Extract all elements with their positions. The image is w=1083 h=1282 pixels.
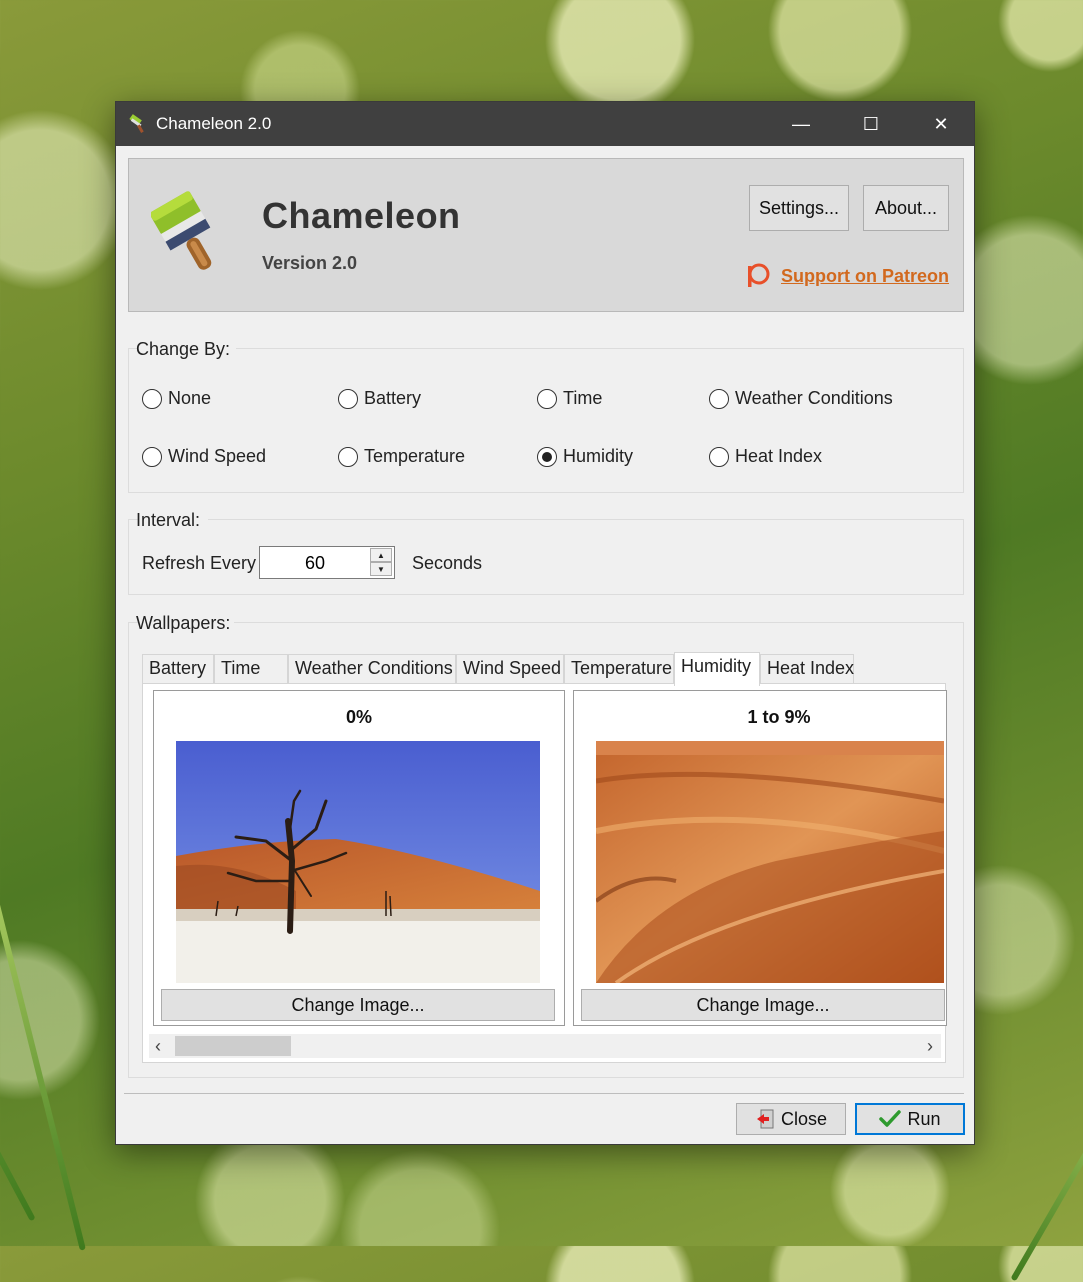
header-panel: Chameleon Version 2.0 Settings... About.… — [128, 158, 964, 312]
tab-temperature[interactable]: Temperature — [564, 654, 674, 684]
radio-circle[interactable] — [709, 388, 729, 409]
change-by-title: Change By: — [136, 339, 231, 359]
humidity-range-label: 1 to 9% — [747, 707, 811, 727]
humidity-range-label: 0% — [345, 707, 372, 727]
wallpaper-card: 0% Change Image... — [153, 690, 565, 1026]
close-window-button[interactable]: ✕ — [906, 102, 976, 146]
patreon-link-group[interactable]: Support on Patreon — [745, 263, 949, 289]
radio-label: Battery — [364, 388, 422, 408]
radio-weather-conditions[interactable]: Weather Conditions — [709, 388, 893, 409]
run-button[interactable]: Run — [855, 1103, 965, 1135]
radio-label: Temperature — [364, 446, 466, 466]
radio-label: Time — [563, 388, 603, 408]
sand-dunes-image[interactable] — [596, 741, 944, 983]
spin-up-icon[interactable]: ▲ — [370, 548, 392, 562]
radio-humidity[interactable]: Humidity — [537, 446, 633, 467]
tab-battery[interactable]: Battery — [142, 654, 214, 684]
minimize-icon: — — [792, 113, 810, 134]
app-name: Chameleon — [262, 195, 461, 236]
radio-wind-speed[interactable]: Wind Speed — [142, 446, 266, 467]
radio-label: Heat Index — [735, 446, 823, 466]
radio-battery[interactable]: Battery — [338, 388, 421, 409]
radio-circle[interactable] — [537, 446, 557, 467]
desert-tree-image[interactable] — [176, 741, 540, 983]
tab-heat-index[interactable]: Heat Index — [760, 654, 854, 684]
maximize-button[interactable]: ☐ — [836, 102, 906, 146]
close-label: Close — [780, 1108, 828, 1129]
tab-weather-conditions[interactable]: Weather Conditions — [288, 654, 456, 684]
radio-label: Wind Speed — [168, 446, 267, 466]
close-icon: ✕ — [933, 113, 949, 134]
radio-heat-index[interactable]: Heat Index — [709, 446, 822, 467]
refresh-every-label: Refresh Every — [142, 553, 257, 573]
radio-label: Weather Conditions — [735, 388, 893, 408]
humidity-tab-panel: 0% Change Image... 1 to 9% Change Image.… — [142, 683, 947, 1063]
radio-circle[interactable] — [338, 446, 358, 467]
title-bar[interactable]: Chameleon 2.0 — ☐ ✕ — [116, 102, 974, 146]
horizontal-scrollbar[interactable]: ‹ › — [149, 1034, 941, 1058]
radio-circle[interactable] — [142, 446, 162, 467]
group-border — [208, 519, 964, 520]
radio-circle[interactable] — [338, 388, 358, 409]
settings-button[interactable]: Settings... — [749, 185, 849, 231]
spin-down-icon[interactable]: ▼ — [370, 562, 392, 576]
maximize-icon: ☐ — [862, 113, 880, 134]
seconds-label: Seconds — [412, 553, 483, 573]
tab-humidity[interactable]: Humidity — [674, 652, 760, 686]
group-border — [234, 622, 964, 623]
minimize-button[interactable]: — — [766, 102, 836, 146]
radio-label: Humidity — [563, 446, 634, 466]
change-image-button[interactable]: Change Image... — [581, 989, 945, 1021]
radio-temperature[interactable]: Temperature — [338, 446, 465, 467]
scrollbar-thumb[interactable] — [175, 1036, 291, 1056]
wallpapers-title: Wallpapers: — [136, 613, 231, 633]
radio-none[interactable]: None — [142, 388, 211, 409]
tab-time[interactable]: Time — [214, 654, 288, 684]
interval-title: Interval: — [136, 510, 201, 530]
interval-value[interactable]: 60 — [260, 553, 370, 574]
radio-circle[interactable] — [142, 388, 162, 409]
radio-circle[interactable] — [709, 446, 729, 467]
exit-door-icon — [756, 1109, 774, 1129]
group-border — [236, 348, 964, 349]
close-button[interactable]: Close — [736, 1103, 846, 1135]
change-image-button[interactable]: Change Image... — [161, 989, 555, 1021]
wallpaper-card: 1 to 9% Change Image... — [573, 690, 947, 1026]
grass-blade — [1010, 1053, 1083, 1282]
paintbrush-logo-icon — [151, 191, 212, 270]
scroll-right-icon[interactable]: › — [927, 1036, 933, 1057]
radio-circle[interactable] — [537, 388, 557, 409]
footer-separator — [124, 1093, 964, 1094]
checkmark-icon — [879, 1110, 902, 1127]
radio-time[interactable]: Time — [537, 388, 602, 409]
radio-label: None — [168, 388, 212, 408]
patreon-icon — [748, 263, 770, 287]
app-version: Version 2.0 — [262, 253, 358, 273]
patreon-link[interactable]: Support on Patreon — [781, 266, 949, 287]
window-title: Chameleon 2.0 — [156, 114, 272, 133]
interval-spinner[interactable]: 60 ▲ ▼ — [259, 546, 395, 579]
scroll-left-icon[interactable]: ‹ — [155, 1036, 161, 1057]
change-by-group — [128, 348, 964, 493]
about-button[interactable]: About... — [863, 185, 949, 231]
tab-wind-speed[interactable]: Wind Speed — [456, 654, 564, 684]
app-icon — [129, 114, 144, 133]
run-label: Run — [907, 1108, 941, 1129]
app-window: Chameleon 2.0 — ☐ ✕ Chameleon Version 2.… — [115, 101, 975, 1145]
